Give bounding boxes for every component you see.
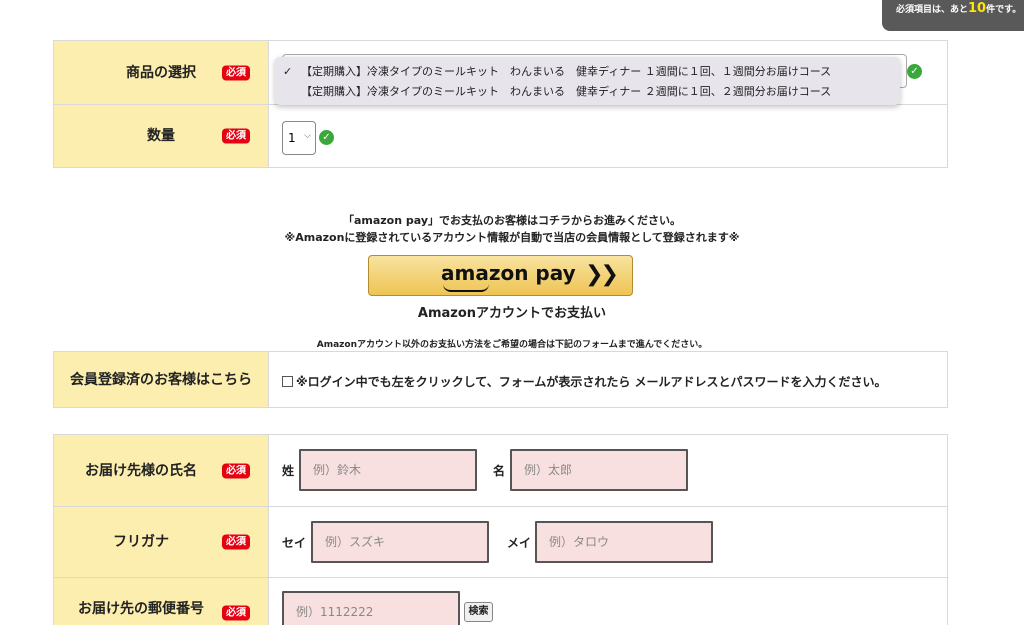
postal-label-cell: お届け先の郵便番号 必須 xyxy=(54,578,269,625)
member-login-checkbox[interactable]: ※ログイン中でも左をクリックして、フォームが表示されたら メールアドレスとパスワ… xyxy=(282,373,887,390)
first-name-input[interactable]: 例）太郎 xyxy=(510,449,688,491)
selected-checkmark-icon: ✓ xyxy=(283,65,293,78)
product-label-cell: 商品の選択 必須 xyxy=(54,41,269,104)
kana-value-cell: セイ 例）スズキ メイ 例）タロウ xyxy=(269,507,947,577)
amazon-pay-caption: Amazonアカウントでお支払い xyxy=(417,306,607,321)
product-dropdown-menu: ✓ 【定期購入】冷凍タイプのミールキット わんまいる 健幸ディナー １週間に１回… xyxy=(275,57,900,105)
member-row: 会員登録済のお客様はこちら ※ログイン中でも左をクリックして、フォームが表示され… xyxy=(54,352,947,407)
delivery-table: お届け先様の氏名 必須 姓 例）鈴木 名 例）太郎 フリガナ 必須 セイ 例）ス… xyxy=(53,434,948,625)
required-badge: 必須 xyxy=(222,65,250,80)
product-option-2[interactable]: 【定期購入】冷凍タイプのミールキット わんまいる 健幸ディナー ２週間に１回、２… xyxy=(275,83,900,103)
postal-search-button[interactable]: 検索 xyxy=(464,602,493,622)
postal-label: お届け先の郵便番号 xyxy=(78,601,204,617)
member-table: 会員登録済のお客様はこちら ※ログイン中でも左をクリックして、フォームが表示され… xyxy=(53,351,948,408)
quantity-select-cell: 1 ⌵ ✓ xyxy=(269,105,947,167)
product-option-label: 【定期購入】冷凍タイプのミールキット わんまいる 健幸ディナー １週間に１回、１… xyxy=(301,65,832,78)
amazon-pay-logo: amazon pay xyxy=(441,261,576,285)
kana-label-cell: フリガナ 必須 xyxy=(54,507,269,577)
quantity-label-cell: 数量 必須 xyxy=(54,105,269,167)
product-label: 商品の選択 xyxy=(126,64,196,81)
last-kana-label: セイ xyxy=(282,536,307,550)
product-option-label: 【定期購入】冷凍タイプのミールキット わんまいる 健幸ディナー ２週間に１回、２… xyxy=(301,85,832,98)
last-name-input[interactable]: 例）鈴木 xyxy=(299,449,477,491)
amazon-pay-note: ※Amazonに登録されているアカウント情報が自動で当店の会員情報として登録され… xyxy=(284,231,740,244)
required-badge: 必須 xyxy=(222,128,250,144)
postal-value-cell: 例）1112222 検索 xyxy=(269,578,947,625)
notice-count: 10 xyxy=(968,1,987,16)
notice-prefix: 必須項目は、あと xyxy=(896,5,969,15)
quantity-select[interactable]: 1 ⌵ xyxy=(282,121,316,155)
name-label: お届け先様の氏名 xyxy=(85,462,197,479)
postal-code-input[interactable]: 例）1112222 xyxy=(282,591,460,625)
kana-row: フリガナ 必須 セイ 例）スズキ メイ 例）タロウ xyxy=(54,506,947,577)
last-kana-input[interactable]: 例）スズキ xyxy=(311,521,489,563)
quantity-valid-check-icon: ✓ xyxy=(319,130,334,145)
name-value-cell: 姓 例）鈴木 名 例）太郎 xyxy=(269,435,947,506)
required-badge: 必須 xyxy=(222,463,250,478)
postal-row: お届け先の郵便番号 必須 例）1112222 検索 xyxy=(54,577,947,625)
checkbox-box[interactable] xyxy=(282,376,293,387)
amazon-pay-button[interactable]: amazon pay ❯❯ xyxy=(368,255,633,296)
member-value-cell: ※ログイン中でも左をクリックして、フォームが表示されたら メールアドレスとパスワ… xyxy=(269,352,947,407)
other-payment-note: Amazonアカウント以外のお支払い方法をご希望の場合は下記のフォームまで進んで… xyxy=(316,340,708,350)
member-checkbox-text: ※ログイン中でも左をクリックして、フォームが表示されたら メールアドレスとパスワ… xyxy=(296,375,887,389)
name-label-cell: お届け先様の氏名 必須 xyxy=(54,435,269,506)
amazon-pay-intro: 「amazon pay」でお支払のお客様はコチラからお進みください。 xyxy=(342,214,682,227)
name-row: お届け先様の氏名 必須 姓 例）鈴木 名 例）太郎 xyxy=(54,435,947,506)
kana-label: フリガナ xyxy=(113,534,169,550)
last-name-label: 姓 xyxy=(282,464,295,478)
remaining-required-notice: 必須項目は、あと10件です。 xyxy=(882,0,1024,31)
double-chevron-right-icon: ❯❯ xyxy=(585,262,619,287)
member-label: 会員登録済のお客様はこちら xyxy=(70,371,252,388)
member-label-cell: 会員登録済のお客様はこちら xyxy=(54,352,269,407)
quantity-row: 数量 必須 1 ⌵ ✓ xyxy=(54,104,947,167)
first-name-label: 名 xyxy=(493,464,506,478)
required-badge: 必須 xyxy=(222,534,250,550)
quantity-value: 1 xyxy=(288,131,296,145)
amazon-smile-icon xyxy=(443,284,489,292)
notice-suffix: 件です。 xyxy=(986,5,1022,15)
product-valid-check-icon: ✓ xyxy=(907,64,922,79)
quantity-label: 数量 xyxy=(147,128,175,144)
product-option-1[interactable]: ✓ 【定期購入】冷凍タイプのミールキット わんまいる 健幸ディナー １週間に１回… xyxy=(275,63,900,83)
chevron-down-icon: ⌵ xyxy=(304,131,311,141)
first-kana-input[interactable]: 例）タロウ xyxy=(535,521,713,563)
required-badge: 必須 xyxy=(222,605,250,621)
first-kana-label: メイ xyxy=(507,536,532,550)
